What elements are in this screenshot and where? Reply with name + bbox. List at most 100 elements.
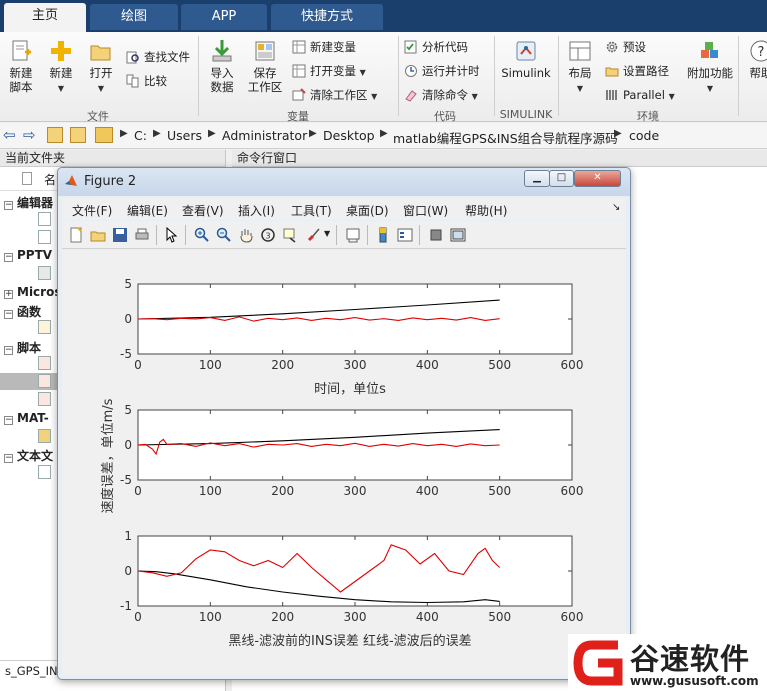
breadcrumb-c[interactable]: C: bbox=[134, 128, 147, 143]
tree-node-micros[interactable]: + Micros bbox=[4, 285, 61, 299]
tree-node-text-files[interactable]: − 文本文 bbox=[4, 447, 53, 464]
mat-file-icon bbox=[38, 429, 51, 443]
collapse-icon[interactable]: − bbox=[4, 416, 13, 425]
colorbar-icon[interactable] bbox=[375, 227, 391, 243]
forward-arrow-icon[interactable]: ⇨ bbox=[23, 126, 36, 144]
figure-canvas[interactable]: 速度误差，单位m/s 时间，单位s 黑线-滤波前的INS误差 红线-滤波后的误差… bbox=[62, 250, 626, 676]
name-column-header[interactable]: 名 bbox=[44, 171, 56, 188]
menu-help[interactable]: 帮助(H) bbox=[465, 202, 507, 219]
open-button[interactable]: 打开 ▼ bbox=[84, 38, 118, 96]
layout-button[interactable]: 布局 ▼ bbox=[562, 38, 598, 96]
collapse-icon[interactable]: − bbox=[4, 454, 13, 463]
new-button[interactable]: 新建 ▼ bbox=[44, 38, 78, 96]
maximize-button[interactable]: □ bbox=[549, 170, 574, 187]
new-variable-button[interactable]: 新建变量 bbox=[292, 38, 356, 56]
rotate-3d-icon[interactable]: 3 bbox=[260, 227, 276, 243]
breadcrumb-code[interactable]: code bbox=[629, 128, 659, 143]
zoom-out-icon[interactable] bbox=[216, 227, 232, 243]
tab-plots[interactable]: 绘图 bbox=[90, 4, 178, 30]
menu-tools[interactable]: 工具(T) bbox=[291, 202, 332, 219]
tree-node-mat-files[interactable]: − MAT- bbox=[4, 411, 49, 425]
open-file-icon[interactable] bbox=[90, 227, 106, 243]
show-plot-tools-icon[interactable] bbox=[450, 227, 466, 243]
compare-button[interactable]: 比较 bbox=[126, 72, 167, 90]
folder-up-icon[interactable] bbox=[47, 127, 63, 143]
figure-title-bar[interactable]: Figure 2 ▁ □ ✕ bbox=[58, 168, 630, 196]
save-icon[interactable] bbox=[112, 227, 128, 243]
save-workspace-button[interactable]: 保存 工作区 bbox=[245, 38, 285, 94]
chevron-down-icon: ▼ bbox=[97, 84, 105, 93]
brush-icon[interactable] bbox=[306, 227, 322, 243]
tree-node-pptv[interactable]: − PPTV bbox=[4, 248, 52, 262]
x-axis-label-bottom: 黑线-滤波前的INS误差 红线-滤波后的误差 bbox=[228, 633, 471, 649]
menu-view[interactable]: 查看(V) bbox=[182, 202, 224, 219]
hide-plot-tools-icon[interactable] bbox=[428, 227, 444, 243]
x-tick-label: 100 bbox=[199, 358, 222, 372]
tab-home[interactable]: 主页 bbox=[4, 3, 86, 32]
data-cursor-icon[interactable] bbox=[282, 227, 298, 243]
clear-commands-button[interactable]: 清除命令 ▼ bbox=[404, 86, 478, 104]
collapse-icon[interactable]: − bbox=[4, 201, 13, 210]
new-script-button[interactable]: 新建 脚本 bbox=[4, 38, 38, 94]
address-bar: ⇦ ⇨ ▶ C: ▶ Users ▶ Administrator ▶ Deskt… bbox=[0, 123, 767, 149]
open-variable-icon bbox=[292, 64, 306, 78]
collapse-icon[interactable]: − bbox=[4, 346, 13, 355]
legend-icon[interactable] bbox=[397, 227, 413, 243]
clear-workspace-button[interactable]: 清除工作区 ▼ bbox=[292, 86, 377, 104]
new-script-icon bbox=[12, 40, 31, 61]
y-tick-label: -5 bbox=[120, 347, 132, 361]
pan-hand-icon[interactable] bbox=[238, 227, 254, 243]
import-data-button[interactable]: 导入 数据 bbox=[204, 38, 240, 94]
brush-dropdown-icon[interactable]: ▼ bbox=[324, 229, 330, 238]
collapse-icon[interactable]: − bbox=[4, 310, 13, 319]
group-label-variable: 变量 bbox=[287, 110, 309, 123]
open-variable-button[interactable]: 打开变量 ▼ bbox=[292, 62, 366, 80]
back-arrow-icon[interactable]: ⇦ bbox=[3, 126, 16, 144]
pointer-icon[interactable] bbox=[163, 227, 179, 243]
preferences-button[interactable]: 预设 bbox=[605, 38, 646, 56]
tree-node-editor[interactable]: − 编辑器 bbox=[4, 194, 53, 211]
breadcrumb-desktop[interactable]: Desktop bbox=[323, 128, 375, 143]
plot-area-3 bbox=[137, 535, 573, 607]
group-divider bbox=[198, 36, 199, 116]
add-ons-label: 附加功能 bbox=[687, 66, 733, 80]
print-icon[interactable] bbox=[134, 227, 150, 243]
collapse-icon[interactable]: − bbox=[4, 253, 13, 262]
parallel-button[interactable]: Parallel ▼ bbox=[605, 86, 675, 104]
menu-dock-arrow-icon[interactable]: ↘ bbox=[612, 202, 620, 213]
find-files-button[interactable]: 查找文件 bbox=[126, 48, 190, 66]
menu-window[interactable]: 窗口(W) bbox=[403, 202, 448, 219]
analyze-code-button[interactable]: 分析代码 bbox=[404, 38, 468, 56]
link-plot-icon[interactable] bbox=[345, 227, 361, 243]
help-button[interactable]: ? 帮助 bbox=[744, 38, 767, 80]
minimize-button[interactable]: ▁ bbox=[524, 170, 550, 187]
menu-file[interactable]: 文件(F) bbox=[72, 202, 112, 219]
close-button[interactable]: ✕ bbox=[574, 170, 621, 187]
tree-node-scripts[interactable]: − 脚本 bbox=[4, 339, 41, 356]
figure-window[interactable]: Figure 2 ▁ □ ✕ 文件(F) 编辑(E) 查看(V) 插入(I) 工… bbox=[57, 167, 631, 680]
tree-node-functions[interactable]: − 函数 bbox=[4, 303, 41, 320]
group-label-code: 代码 bbox=[434, 110, 456, 123]
breadcrumb-users[interactable]: Users bbox=[167, 128, 202, 143]
file-icon bbox=[38, 230, 51, 244]
menu-insert[interactable]: 插入(I) bbox=[238, 202, 275, 219]
expand-icon[interactable]: + bbox=[4, 290, 13, 299]
breadcrumb-project-folder[interactable]: matlab编程GPS&INS组合导航程序源码 bbox=[393, 128, 618, 147]
watermark-logo-icon bbox=[573, 640, 623, 686]
new-figure-icon[interactable] bbox=[68, 227, 84, 243]
plus-icon bbox=[51, 41, 71, 61]
run-and-time-button[interactable]: 运行并计时 bbox=[404, 62, 480, 80]
set-path-button[interactable]: 设置路径 bbox=[605, 62, 669, 80]
breadcrumb-administrator[interactable]: Administrator bbox=[222, 128, 307, 143]
menu-edit[interactable]: 编辑(E) bbox=[127, 202, 168, 219]
y-axis-label: 速度误差，单位m/s bbox=[100, 398, 116, 513]
tab-apps[interactable]: APP bbox=[181, 4, 267, 30]
add-ons-button[interactable]: 附加功能 ▼ bbox=[686, 38, 734, 96]
close-icon: ✕ bbox=[593, 172, 602, 183]
simulink-button[interactable]: Simulink bbox=[500, 38, 552, 80]
tab-shortcuts[interactable]: 快捷方式 bbox=[271, 4, 383, 30]
zoom-in-icon[interactable] bbox=[194, 227, 210, 243]
browse-folder-icon[interactable] bbox=[70, 127, 86, 143]
menu-desktop[interactable]: 桌面(D) bbox=[346, 202, 389, 219]
plot-area-1 bbox=[137, 283, 573, 355]
